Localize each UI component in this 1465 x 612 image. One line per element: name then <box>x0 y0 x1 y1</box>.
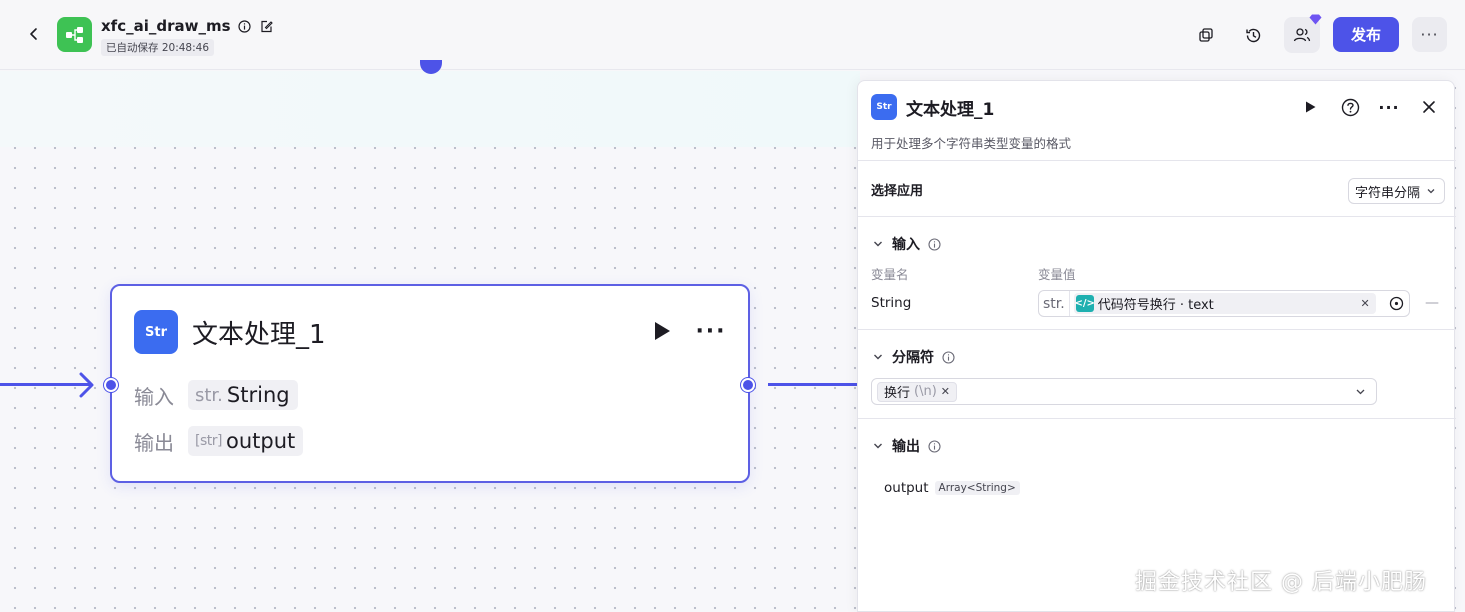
panel-close-button[interactable] <box>1417 95 1441 119</box>
divider <box>858 329 1456 330</box>
var-name: String <box>871 295 912 311</box>
node-icon-label: Str <box>145 324 167 340</box>
autosave-status: 已自动保存 20:48:46 <box>101 39 214 56</box>
more-icon: ··· <box>1378 97 1400 117</box>
string-plugin-icon: Str <box>134 310 178 354</box>
chevron-down-icon <box>1427 189 1435 194</box>
edge-arrow-icon <box>79 372 94 398</box>
node-output-chip: [str] output <box>188 426 304 456</box>
select-app-dropdown[interactable]: 字符串分隔 <box>1348 178 1445 204</box>
divider <box>858 160 1456 161</box>
copy-button[interactable] <box>1188 17 1224 53</box>
string-type-icon: str. <box>1043 291 1070 316</box>
var-value-field[interactable]: str. </> 代码符号换行 · text ✕ <box>1038 290 1410 317</box>
copy-icon <box>1199 28 1213 42</box>
output-name: output <box>884 480 929 496</box>
output-section-title: 输出 <box>892 439 920 455</box>
panel-icon-label: Str <box>876 102 892 112</box>
node-input-label: 输入 <box>134 384 174 409</box>
close-icon <box>1423 101 1435 113</box>
target-icon[interactable] <box>1389 296 1404 311</box>
edit-icon[interactable] <box>259 18 275 34</box>
outgoing-edge[interactable] <box>768 383 858 386</box>
run-node-icon[interactable] <box>649 319 673 343</box>
history-button[interactable] <box>1235 17 1271 53</box>
panel-run-button[interactable] <box>1298 95 1322 119</box>
separator-escape: (\n) <box>914 384 937 399</box>
input-section-header[interactable]: 输入 <box>872 234 941 254</box>
workflow-app-logo <box>57 17 92 52</box>
var-name-column-header: 变量名 <box>871 267 909 282</box>
watermark: 掘金技术社区 @ 后端小肥肠 <box>1135 570 1427 595</box>
node-title: 文本处理_1 <box>192 320 326 350</box>
output-type-badge: Array<String> <box>934 481 1020 495</box>
node-output-value: output <box>225 429 296 453</box>
info-icon[interactable] <box>237 18 253 34</box>
users-icon <box>1293 28 1311 42</box>
more-icon: ··· <box>695 318 727 344</box>
close-icon[interactable]: ✕ <box>941 385 950 398</box>
more-menu-button[interactable]: ··· <box>1412 17 1447 52</box>
var-value-column-header: 变量值 <box>1038 267 1076 282</box>
select-app-label: 选择应用 <box>871 184 924 199</box>
node-input-value: String <box>226 383 290 407</box>
separator-tag: 换行 (\n) ✕ <box>877 381 957 402</box>
incoming-edge[interactable] <box>0 383 90 386</box>
panel-title[interactable]: 文本处理_1 <box>906 95 994 120</box>
chevron-down-icon <box>874 241 882 247</box>
input-section-title: 输入 <box>892 237 920 253</box>
panel-more-button[interactable]: ··· <box>1377 95 1401 119</box>
play-icon <box>1306 101 1316 113</box>
top-bar: xfc_ai_draw_ms 已自动保存 20:48:46 发布 ··· <box>0 0 1465 70</box>
collaborators-button[interactable] <box>1284 14 1322 53</box>
app-title: xfc_ai_draw_ms <box>101 17 231 35</box>
node-input-row: 输入 str. String <box>134 380 298 410</box>
separator-section-title: 分隔符 <box>892 350 934 366</box>
remove-var-button[interactable]: — <box>1425 293 1439 313</box>
clear-icon[interactable]: ✕ <box>1361 297 1370 310</box>
panel-description: 用于处理多个字符串类型变量的格式 <box>871 136 1072 151</box>
node-output-row: 输出 [str] output <box>134 426 304 456</box>
string-array-type-icon: [str] <box>195 433 222 449</box>
node-config-panel: Str 文本处理_1 ··· 用于处理多个字符串类型变量的格式 选择应用 字符串… <box>857 80 1456 612</box>
info-icon[interactable] <box>942 350 955 364</box>
var-reference-tag[interactable]: </> 代码符号换行 · text ✕ <box>1073 293 1376 314</box>
string-type-icon: str. <box>195 384 223 406</box>
node-input-chip: str. String <box>188 380 298 410</box>
info-icon[interactable] <box>928 237 941 251</box>
diamond-badge-icon <box>1309 14 1322 25</box>
output-section-header[interactable]: 输出 <box>872 436 941 456</box>
help-icon <box>1341 98 1359 116</box>
info-icon[interactable] <box>928 439 941 453</box>
node-output-port[interactable] <box>741 378 755 392</box>
chevron-down-icon <box>874 443 882 449</box>
canvas-top-area <box>0 71 860 147</box>
publish-button[interactable]: 发布 <box>1333 17 1399 52</box>
node-more-button[interactable]: ··· <box>695 318 727 344</box>
workflow-icon <box>65 26 83 43</box>
node-output-label: 输出 <box>134 430 174 455</box>
separator-select[interactable]: 换行 (\n) ✕ <box>871 378 1377 405</box>
code-icon: </> <box>1075 295 1095 312</box>
divider <box>858 216 1456 217</box>
more-icon: ··· <box>1420 25 1439 44</box>
divider <box>858 418 1456 419</box>
node-input-port[interactable] <box>104 378 118 392</box>
panel-help-button[interactable] <box>1338 95 1362 119</box>
select-app-value: 字符串分隔 <box>1355 185 1421 201</box>
chevron-down-icon <box>1356 389 1365 395</box>
text-process-node[interactable]: Str 文本处理_1 ··· 输入 str. String 输出 [str] o… <box>110 284 750 483</box>
history-icon <box>1245 28 1260 42</box>
separator-section-header[interactable]: 分隔符 <box>872 347 955 367</box>
separator-tag-label: 换行 <box>884 386 911 401</box>
app-title-row: xfc_ai_draw_ms <box>101 17 275 35</box>
chevron-down-icon <box>874 354 882 360</box>
var-reference-text: 代码符号换行 · text <box>1097 298 1214 313</box>
string-plugin-icon: Str <box>871 94 897 120</box>
output-row: output Array<String> <box>884 480 1020 496</box>
back-button[interactable] <box>22 22 46 46</box>
chevron-left-icon <box>30 28 37 40</box>
